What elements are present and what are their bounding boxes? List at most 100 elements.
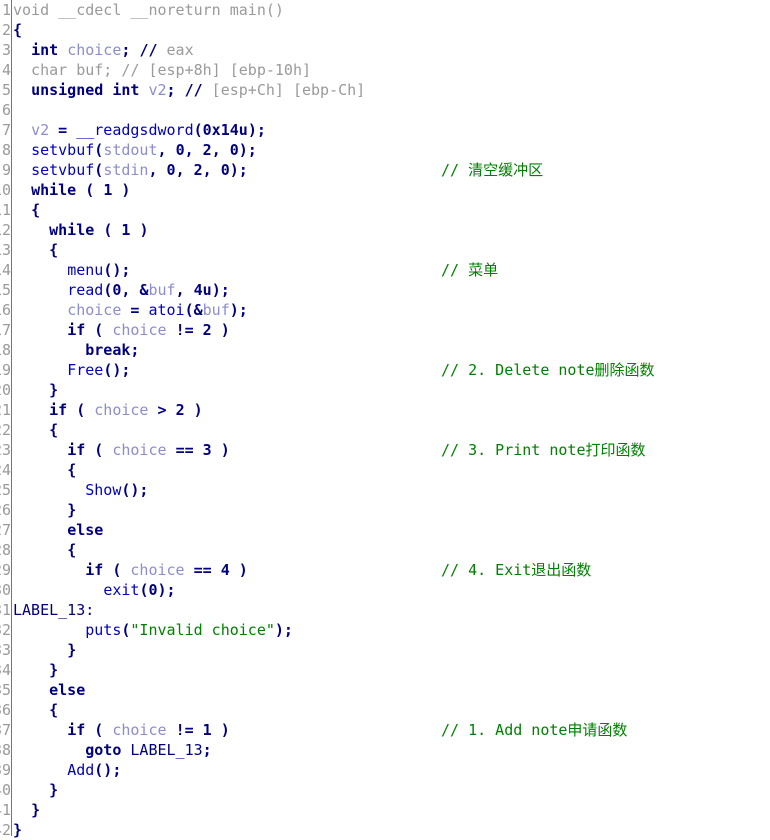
code-line[interactable]: 13 { bbox=[0, 240, 770, 260]
line-code: } bbox=[67, 501, 77, 519]
code-line[interactable]: 26 } bbox=[0, 500, 770, 520]
line-number: 19 bbox=[0, 361, 11, 379]
code-line[interactable]: 8 setvbuf(stdout, 0, 2, 0); bbox=[0, 140, 770, 160]
code-line[interactable]: 25 Show(); bbox=[0, 480, 770, 500]
code-line[interactable]: 16 choice = atoi(&buf); bbox=[0, 300, 770, 320]
code-line[interactable]: 4 char buf; // [esp+8h] [ebp-10h] bbox=[0, 60, 770, 80]
line-code: Add(); bbox=[67, 761, 122, 779]
line-code: if ( choice == 3 ) bbox=[67, 441, 230, 459]
line-code: choice = atoi(&buf); bbox=[67, 301, 248, 319]
code-line[interactable]: 35 else bbox=[0, 680, 770, 700]
line-code: menu(); bbox=[67, 261, 131, 279]
code-line[interactable]: 38 goto LABEL_13; bbox=[0, 740, 770, 760]
code-line[interactable]: 39 Add(); bbox=[0, 760, 770, 780]
code-line[interactable]: 29 if ( choice == 4 ) // 4. Exit退出函数 bbox=[0, 560, 770, 580]
line-code: { bbox=[67, 541, 77, 559]
pseudocode-view[interactable]: 1 void __cdecl __noreturn main() 2{3 int c… bbox=[0, 0, 770, 839]
code-line[interactable]: 34 } bbox=[0, 660, 770, 680]
code-line[interactable]: 31LABEL_13: bbox=[0, 600, 770, 620]
line-code: } bbox=[31, 801, 41, 819]
line-comment[interactable]: // 2. Delete note删除函数 bbox=[441, 360, 655, 380]
code-line[interactable]: 41 } bbox=[0, 800, 770, 820]
line-code: puts("Invalid choice"); bbox=[85, 621, 293, 639]
line-number: 25 bbox=[0, 481, 11, 499]
line-number: 23 bbox=[0, 441, 11, 459]
line-number: 15 bbox=[0, 281, 11, 299]
line-number: 37 bbox=[0, 721, 11, 739]
line-code: } bbox=[49, 661, 59, 679]
code-line[interactable]: 32 puts("Invalid choice"); bbox=[0, 620, 770, 640]
line-code: char buf; // [esp+8h] [ebp-10h] bbox=[13, 61, 312, 79]
line-code: setvbuf(stdin, 0, 2, 0); bbox=[31, 161, 248, 179]
line-number: 41 bbox=[0, 801, 11, 819]
code-line[interactable]: 33 } bbox=[0, 640, 770, 660]
line-number: 26 bbox=[0, 501, 11, 519]
line-number: 1 bbox=[1, 1, 11, 19]
line-number: 20 bbox=[0, 381, 11, 399]
code-line[interactable]: 20 } bbox=[0, 380, 770, 400]
code-line[interactable]: 2{ bbox=[0, 20, 770, 40]
code-line[interactable]: 23 if ( choice == 3 ) // 3. Print note打印函… bbox=[0, 440, 770, 460]
line-code: Free(); bbox=[67, 361, 131, 379]
line-code: void __cdecl __noreturn main() bbox=[13, 1, 284, 19]
code-area[interactable]: 1 void __cdecl __noreturn main() 2{3 int c… bbox=[0, 0, 770, 839]
line-number: 9 bbox=[1, 161, 11, 179]
line-number: 12 bbox=[0, 221, 11, 239]
line-number: 3 bbox=[1, 41, 11, 59]
code-line[interactable]: 24 { bbox=[0, 460, 770, 480]
line-number: 11 bbox=[0, 201, 11, 219]
line-number: 22 bbox=[0, 421, 11, 439]
code-line[interactable]: 19 Free(); // 2. Delete note删除函数 bbox=[0, 360, 770, 380]
code-line[interactable]: 30 exit(0); bbox=[0, 580, 770, 600]
code-line[interactable]: 6 bbox=[0, 100, 770, 120]
code-line[interactable]: 22 { bbox=[0, 420, 770, 440]
line-number: 30 bbox=[0, 581, 11, 599]
code-line[interactable]: 18 break; bbox=[0, 340, 770, 360]
code-line[interactable]: 15 read(0, &buf, 4u); bbox=[0, 280, 770, 300]
code-line[interactable]: 14 menu(); // 菜单 bbox=[0, 260, 770, 280]
code-line[interactable]: 3 int choice; // eax bbox=[0, 40, 770, 60]
code-line[interactable]: 28 { bbox=[0, 540, 770, 560]
line-code: while ( 1 ) bbox=[31, 181, 131, 199]
line-number: 32 bbox=[0, 621, 11, 639]
line-code: { bbox=[67, 461, 77, 479]
line-code: while ( 1 ) bbox=[49, 221, 149, 239]
line-number: 10 bbox=[0, 181, 11, 199]
line-number: 40 bbox=[0, 781, 11, 799]
code-line[interactable]: 9 setvbuf(stdin, 0, 2, 0); // 清空缓冲区 bbox=[0, 160, 770, 180]
line-comment[interactable]: // 菜单 bbox=[441, 260, 498, 280]
code-line[interactable]: 11 { bbox=[0, 200, 770, 220]
code-line[interactable]: 40 } bbox=[0, 780, 770, 800]
line-comment[interactable]: // 4. Exit退出函数 bbox=[441, 560, 591, 580]
line-comment[interactable]: // 清空缓冲区 bbox=[441, 160, 543, 180]
code-line[interactable]: 36 { bbox=[0, 700, 770, 720]
line-comment[interactable]: // 1. Add note申请函数 bbox=[441, 720, 627, 740]
line-number: 36 bbox=[0, 701, 11, 719]
code-line[interactable]: 7 v2 = __readgsdword(0x14u); bbox=[0, 120, 770, 140]
line-code: else bbox=[67, 521, 104, 539]
line-code: if ( choice != 1 ) bbox=[67, 721, 230, 739]
line-code: } bbox=[49, 381, 59, 399]
line-number: 5 bbox=[1, 81, 11, 99]
code-line[interactable]: 21 if ( choice > 2 ) bbox=[0, 400, 770, 420]
line-code: v2 = __readgsdword(0x14u); bbox=[31, 121, 266, 139]
line-code: { bbox=[49, 701, 59, 719]
code-line[interactable]: 42} bbox=[0, 820, 770, 840]
code-line[interactable]: 10 while ( 1 ) bbox=[0, 180, 770, 200]
line-number: 33 bbox=[0, 641, 11, 659]
line-code: break; bbox=[85, 341, 140, 359]
line-code: int choice; // eax bbox=[31, 41, 194, 59]
line-code: exit(0); bbox=[103, 581, 176, 599]
code-line[interactable]: 1 void __cdecl __noreturn main() bbox=[0, 0, 770, 20]
line-comment[interactable]: // 3. Print note打印函数 bbox=[441, 440, 646, 460]
line-code: LABEL_13: bbox=[13, 601, 95, 619]
line-code: if ( choice > 2 ) bbox=[49, 401, 203, 419]
code-line[interactable]: 5 unsigned int v2; // [esp+Ch] [ebp-Ch] bbox=[0, 80, 770, 100]
code-line[interactable]: 27 else bbox=[0, 520, 770, 540]
line-code: } bbox=[67, 641, 77, 659]
code-line[interactable]: 12 while ( 1 ) bbox=[0, 220, 770, 240]
line-number: 4 bbox=[1, 61, 11, 79]
code-line[interactable]: 17 if ( choice != 2 ) bbox=[0, 320, 770, 340]
line-code: { bbox=[49, 421, 59, 439]
code-line[interactable]: 37 if ( choice != 1 ) // 1. Add note申请函数 bbox=[0, 720, 770, 740]
